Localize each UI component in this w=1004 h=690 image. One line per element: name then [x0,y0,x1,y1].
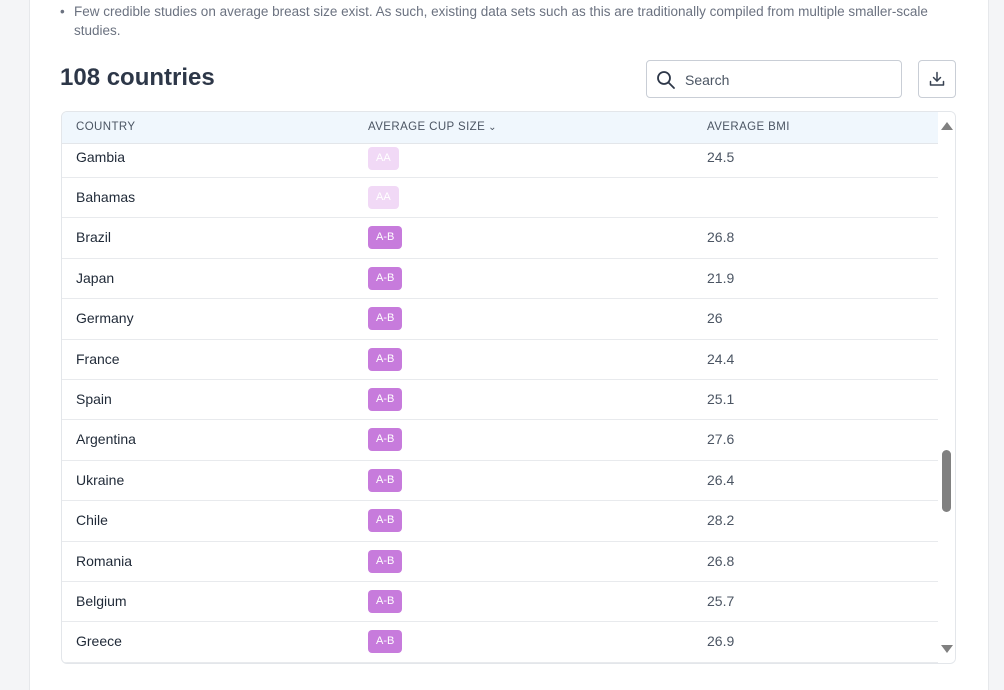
bmi-cell: 27.6 [707,431,735,448]
bmi-cell: 24.4 [707,350,735,367]
table-row[interactable]: Germany A-B 26 [62,299,938,340]
bmi-cell: 26.8 [707,229,735,246]
country-cell: Brazil [76,229,112,246]
column-header-cup-size-label: AVERAGE CUP SIZE [368,121,486,133]
column-header-bmi[interactable]: AVERAGE BMI [707,121,790,133]
country-cell: Greece [76,633,122,650]
table-row[interactable]: Greece A-B 26.9 [62,622,938,663]
table-row[interactable]: Ukraine A-B 26.4 [62,461,938,502]
column-header-cup-size[interactable]: AVERAGE CUP SIZE ⌄ [368,121,497,133]
cup-size-badge: AA [368,186,399,209]
cup-size-badge: A-B [368,387,403,411]
download-button[interactable] [918,60,956,98]
country-cell: Germany [76,310,134,327]
country-cell: France [76,350,120,367]
country-cell: Bahamas [76,189,136,205]
country-cell: Argentina [76,431,136,448]
bmi-cell: 28.2 [707,512,735,529]
country-count-title: 108 countries [60,64,215,91]
table-row[interactable]: Brazil A-B 26.8 [62,218,938,259]
page-content: • Few credible studies on average breast… [29,0,989,690]
cup-size-badge: A-B [368,468,403,492]
cup-size-badge: A-B [368,549,403,573]
table-header: COUNTRY AVERAGE CUP SIZE ⌄ AVERAGE BMI [62,112,938,144]
cup-size-badge: A-B [368,589,403,613]
table-row[interactable]: Japan A-B 21.9 [62,259,938,300]
bmi-cell: 25.1 [707,390,735,407]
cup-size-badge: A-B [368,630,403,654]
scroll-down-arrow-icon[interactable] [941,645,953,653]
table-row[interactable]: Spain A-B 25.1 [62,380,938,421]
table-row[interactable]: France A-B 24.4 [62,340,938,380]
bmi-cell: 26.8 [707,552,735,569]
country-cell: Ukraine [76,471,125,488]
scrollbar-thumb[interactable] [942,450,951,512]
scroll-up-arrow-icon[interactable] [941,122,953,130]
table-body: Gambia AA 24.5 Bahamas AA Brazil A-B 26.8 Japan A… [62,144,938,663]
table-row[interactable]: Bahamas AA [62,178,938,219]
country-cell: Gambia [76,149,126,165]
bullet-marker: • [60,4,65,19]
country-cell: Chile [76,512,108,529]
country-cell: Romania [76,552,133,569]
search-box[interactable] [646,60,902,98]
table-row[interactable]: Belgium A-B 25.7 [62,582,938,623]
bmi-cell: 26.9 [707,633,735,650]
column-header-country[interactable]: COUNTRY [76,121,135,133]
cup-size-badge: A-B [368,509,403,533]
search-icon [657,71,675,89]
sort-chevron-icon: ⌄ [488,122,497,133]
bmi-cell: 25.7 [707,592,735,609]
country-cell: Spain [76,390,112,407]
cup-size-badge: AA [368,147,399,170]
country-cell: Japan [76,269,115,286]
footnote: • Few credible studies on average breast… [60,2,950,40]
cup-size-badge: A-B [368,347,403,371]
table-row[interactable]: Chile A-B 28.2 [62,501,938,542]
cup-size-badge: A-B [368,307,403,331]
bmi-cell: 26 [707,310,723,327]
bmi-cell: 26.4 [707,471,735,488]
cup-size-badge: A-B [368,226,403,250]
download-icon [929,71,945,86]
country-cell: Belgium [76,592,127,609]
vertical-scrollbar[interactable] [938,112,955,663]
footnote-text: Few credible studies on average breast s… [74,4,928,38]
cup-size-badge: A-B [368,428,403,452]
search-input[interactable] [683,69,887,91]
table-row[interactable]: Argentina A-B 27.6 [62,420,938,461]
countries-table: COUNTRY AVERAGE CUP SIZE ⌄ AVERAGE BMI Ga… [61,111,956,664]
table-row[interactable]: Gambia AA 24.5 [62,144,938,178]
cup-size-badge: A-B [368,266,403,290]
bmi-cell: 21.9 [707,269,735,286]
bmi-cell: 24.5 [707,149,735,165]
table-row[interactable]: Romania A-B 26.8 [62,542,938,582]
